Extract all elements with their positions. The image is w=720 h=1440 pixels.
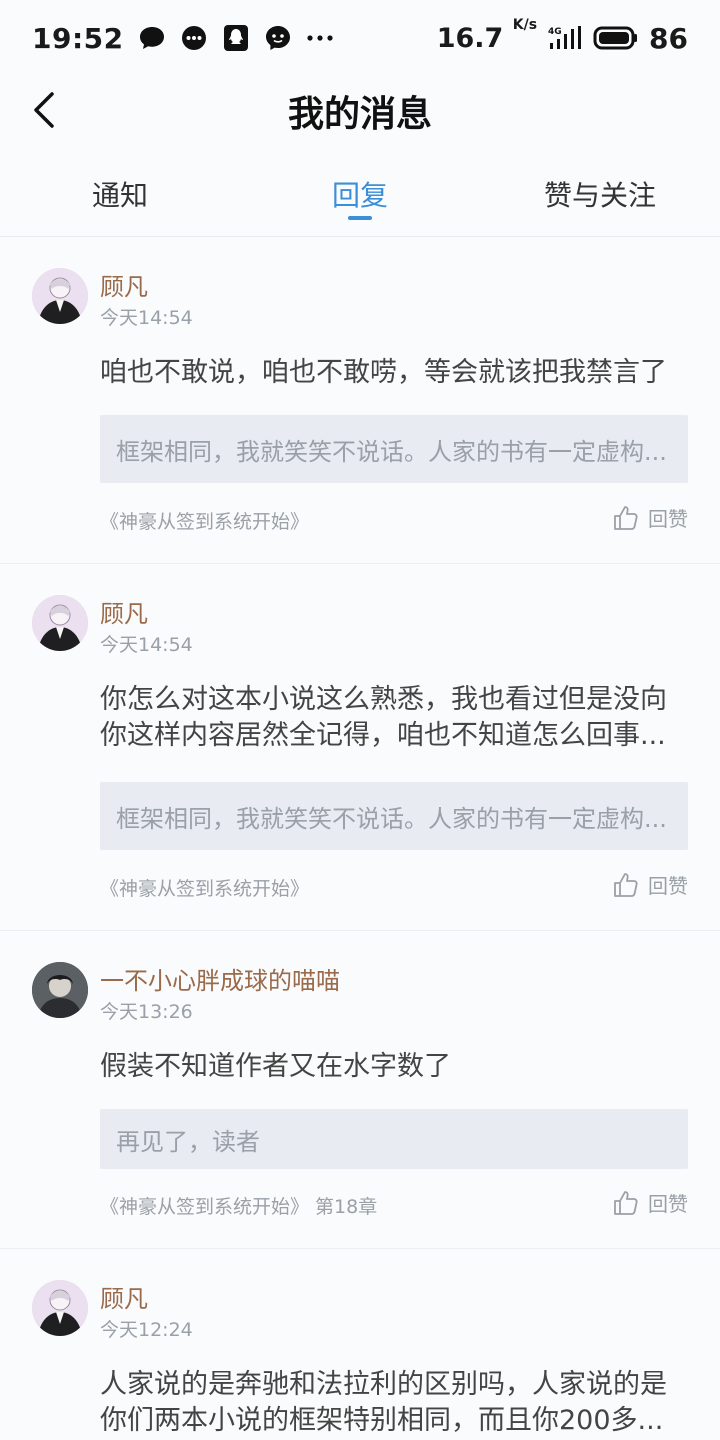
active-tab-indicator bbox=[348, 216, 372, 220]
username[interactable]: 顾凡 bbox=[100, 594, 148, 629]
notification-icons bbox=[138, 24, 334, 52]
quote-text: 再见了，读者 bbox=[116, 1127, 260, 1156]
username[interactable]: 顾凡 bbox=[100, 1279, 148, 1314]
message-time: 今天14:54 bbox=[100, 634, 193, 656]
book-link[interactable]: 《神豪从签到系统开始》 第18章 bbox=[100, 1192, 377, 1219]
net-speed: 16.7 K/s bbox=[436, 17, 537, 54]
message-dots-icon bbox=[180, 24, 208, 52]
quoted-comment[interactable]: 框架相同，我就笑笑不说话。人家的书有一定虚构... bbox=[100, 782, 688, 850]
thumbs-up-icon bbox=[614, 505, 638, 530]
book-link[interactable]: 《神豪从签到系统开始》 bbox=[100, 874, 309, 901]
header: 我的消息 bbox=[0, 76, 720, 146]
quoted-comment[interactable]: 框架相同，我就笑笑不说话。人家的书有一定虚构... bbox=[100, 415, 688, 483]
tab-notifications[interactable]: 通知 bbox=[92, 174, 148, 214]
network-label: 4G bbox=[548, 27, 562, 37]
quote-text: 框架相同，我就笑笑不说话。人家的书有一定虚构... bbox=[116, 437, 667, 466]
message-list: 顾凡 今天14:54 咱也不敢说，咱也不敢唠，等会就该把我禁言了 框架相同，我就… bbox=[0, 237, 720, 1440]
battery-level: 86 bbox=[649, 21, 688, 55]
like-back-button[interactable]: 回赞 bbox=[612, 870, 688, 899]
thumbs-up-icon bbox=[614, 872, 638, 897]
avatar[interactable] bbox=[32, 962, 88, 1018]
signal-icon: 4G bbox=[547, 24, 583, 52]
reply-text[interactable]: 你怎么对这本小说这么熟悉，我也看过但是没向你这样内容居然全记得，咱也不知道怎么回… bbox=[100, 682, 690, 754]
reply-text[interactable]: 咱也不敢说，咱也不敢唠，等会就该把我禁言了 bbox=[100, 355, 690, 391]
avatar[interactable] bbox=[32, 268, 88, 324]
more-dots-icon bbox=[306, 24, 334, 52]
page-title: 我的消息 bbox=[287, 93, 432, 135]
tab-label: 回复 bbox=[332, 179, 389, 212]
back-arrow-icon bbox=[34, 92, 54, 128]
tab-likes-follows[interactable]: 赞与关注 bbox=[544, 174, 656, 214]
quote-text: 框架相同，我就笑笑不说话。人家的书有一定虚构... bbox=[116, 804, 667, 833]
thumbs-up-icon bbox=[614, 1190, 638, 1215]
tab-label: 通知 bbox=[92, 179, 149, 212]
avatar[interactable] bbox=[32, 1280, 88, 1336]
tab-label: 赞与关注 bbox=[544, 179, 657, 212]
messenger-icon bbox=[264, 24, 292, 52]
username[interactable]: 顾凡 bbox=[100, 267, 148, 302]
avatar[interactable] bbox=[32, 595, 88, 651]
status-right: 16.7 K/s 4G 86 bbox=[436, 17, 688, 55]
reply-text[interactable]: 假装不知道作者又在水字数了 bbox=[100, 1049, 690, 1085]
message-item: 顾凡 今天14:54 咱也不敢说，咱也不敢唠，等会就该把我禁言了 框架相同，我就… bbox=[0, 237, 720, 564]
reply-text[interactable]: 人家说的是奔驰和法拉利的区别吗，人家说的是你们两本小说的框架特别相同，而且你20… bbox=[100, 1367, 690, 1439]
status-time: 19:52 bbox=[32, 21, 124, 55]
message-time: 今天13:26 bbox=[100, 1001, 193, 1023]
status-bar: 19:52 16.7 K/s 4G 86 bbox=[0, 0, 720, 76]
like-back-label: 回赞 bbox=[648, 1192, 688, 1216]
message-time: 今天14:54 bbox=[100, 307, 193, 329]
username[interactable]: 一不小心胖成球的喵喵 bbox=[100, 961, 340, 996]
qq-penguin-icon bbox=[222, 24, 250, 52]
net-speed-unit: K/s bbox=[512, 16, 538, 33]
net-speed-value: 16.7 bbox=[436, 22, 504, 54]
quoted-comment[interactable]: 再见了，读者 bbox=[100, 1109, 688, 1169]
back-button[interactable] bbox=[24, 84, 64, 136]
chat-bubble-icon bbox=[138, 24, 166, 52]
like-back-label: 回赞 bbox=[648, 507, 688, 531]
like-back-button[interactable]: 回赞 bbox=[612, 503, 688, 532]
like-back-button[interactable]: 回赞 bbox=[612, 1188, 688, 1217]
message-item: 顾凡 今天14:54 你怎么对这本小说这么熟悉，我也看过但是没向你这样内容居然全… bbox=[0, 564, 720, 931]
book-link[interactable]: 《神豪从签到系统开始》 bbox=[100, 507, 309, 534]
message-item: 一不小心胖成球的喵喵 今天13:26 假装不知道作者又在水字数了 再见了，读者 … bbox=[0, 931, 720, 1249]
message-time: 今天12:24 bbox=[100, 1319, 193, 1341]
tab-replies[interactable]: 回复 bbox=[332, 174, 388, 214]
message-item: 顾凡 今天12:24 人家说的是奔驰和法拉利的区别吗，人家说的是你们两本小说的框… bbox=[0, 1249, 720, 1440]
tab-bar: 通知 回复 赞与关注 bbox=[0, 160, 720, 236]
like-back-label: 回赞 bbox=[648, 874, 688, 898]
battery-icon bbox=[593, 24, 639, 52]
